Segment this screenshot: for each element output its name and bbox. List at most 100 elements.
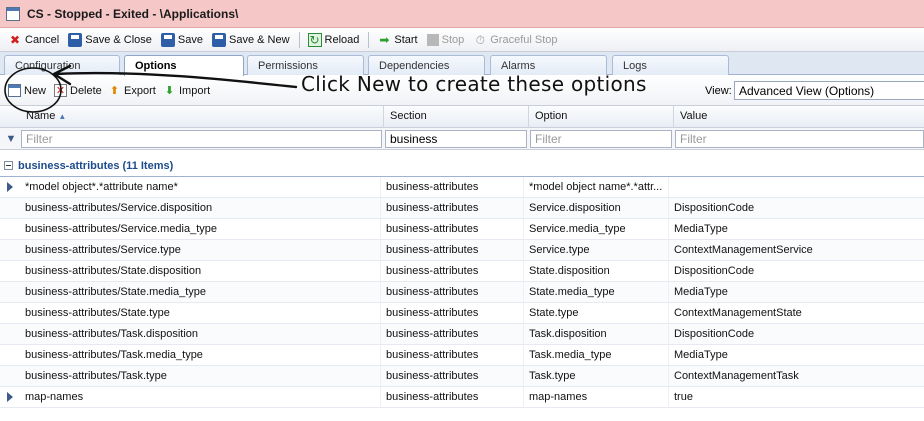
table-row[interactable]: business-attributes/Service.disposition b… — [0, 198, 924, 219]
column-header-name[interactable]: Name ▲ — [20, 106, 384, 128]
table-row[interactable]: business-attributes/Task.disposition busi… — [0, 324, 924, 345]
value-filter-input[interactable] — [675, 130, 924, 148]
row-indicator-icon — [7, 182, 13, 192]
graceful-stop-label: Graceful Stop — [490, 33, 558, 46]
cell-value — [669, 177, 924, 198]
save-and-new-button[interactable]: Save & New — [208, 30, 294, 50]
annotation-text: Click New to create these options — [301, 72, 647, 96]
main-toolbar: ✖ Cancel Save & Close Save Save & New ↻ … — [0, 28, 924, 52]
row-indicator-icon — [7, 392, 13, 402]
cell-section: business-attributes — [381, 219, 524, 240]
table-row[interactable]: business-attributes/Service.type business… — [0, 240, 924, 261]
graceful-stop-icon: ⏱ — [475, 32, 485, 47]
cell-section: business-attributes — [381, 303, 524, 324]
cell-value: MediaType — [674, 223, 728, 235]
table-row[interactable]: business-attributes/State.disposition bus… — [0, 261, 924, 282]
stop-label: Stop — [441, 33, 465, 46]
sort-ascending-icon: ▲ — [58, 112, 67, 121]
cell-option: State.media_type — [524, 282, 669, 303]
export-icon: ⬆ — [109, 85, 120, 97]
cancel-button[interactable]: ✖ Cancel — [4, 30, 63, 50]
column-header-name-label: Name — [26, 110, 56, 122]
save-label: Save — [177, 33, 203, 46]
toolbar-divider — [368, 31, 370, 48]
collapse-minus-icon[interactable] — [4, 161, 13, 170]
table-row[interactable]: business-attributes/State.media_type busi… — [0, 282, 924, 303]
table-row[interactable]: *model object*.*attribute name* business-… — [0, 177, 924, 198]
new-button[interactable]: New — [8, 84, 46, 97]
delete-button[interactable]: ✕ Delete — [54, 84, 102, 97]
toolbar-divider — [298, 31, 300, 48]
cell-name: business-attributes/Service.media_type — [20, 219, 381, 240]
table-row[interactable]: business-attributes/Service.media_type bu… — [0, 219, 924, 240]
cell-value: DispositionCode — [674, 202, 755, 214]
cell-option: Task.media_type — [524, 345, 669, 366]
cell-name: map-names — [20, 387, 381, 408]
cell-name: *model object*.*attribute name* — [20, 177, 381, 198]
cell-name: business-attributes/Task.disposition — [20, 324, 381, 345]
import-button[interactable]: ⬇ Import — [163, 84, 210, 98]
new-icon — [8, 84, 21, 97]
cell-name: business-attributes/Task.media_type — [20, 345, 381, 366]
cell-section: business-attributes — [381, 261, 524, 282]
save-button[interactable]: Save — [157, 30, 207, 50]
cancel-label: Cancel — [25, 33, 60, 46]
cell-name: business-attributes/Service.type — [20, 240, 381, 261]
cell-value: true — [674, 391, 693, 403]
column-header-option[interactable]: Option — [529, 106, 674, 128]
cell-section: business-attributes — [381, 282, 524, 303]
option-filter-input[interactable] — [530, 130, 672, 148]
save-and-close-label: Save & Close — [85, 33, 152, 46]
cancel-icon: ✖ — [9, 32, 21, 47]
cell-option: State.type — [524, 303, 669, 324]
cell-section: business-attributes — [381, 387, 524, 408]
grid-header: Name ▲ Section Option Value — [0, 106, 924, 128]
save-and-new-label: Save & New — [228, 33, 290, 46]
cell-section: business-attributes — [381, 240, 524, 261]
cell-value: ContextManagementTask — [674, 370, 799, 382]
reload-label: Reload — [324, 33, 360, 46]
table-row[interactable]: business-attributes/Task.media_type busin… — [0, 345, 924, 366]
cell-section: business-attributes — [381, 198, 524, 219]
new-label: New — [24, 84, 47, 97]
save-icon — [160, 32, 175, 47]
table-row[interactable]: business-attributes/State.type business-a… — [0, 303, 924, 324]
tab-options[interactable]: Options — [124, 55, 244, 76]
view-select[interactable]: Advanced View (Options) — [734, 81, 924, 100]
start-button[interactable]: ➡ Start — [373, 30, 421, 50]
export-button[interactable]: ⬆ Export — [108, 84, 156, 98]
save-and-close-button[interactable]: Save & Close — [64, 30, 156, 50]
section-filter-input[interactable] — [385, 130, 527, 148]
cell-value: MediaType — [674, 286, 728, 298]
cell-option: Service.disposition — [524, 198, 669, 219]
table-row[interactable]: map-names business-attributes map-names tru… — [0, 387, 924, 408]
cell-name: business-attributes/Task.type — [20, 366, 381, 387]
cell-section: business-attributes — [381, 345, 524, 366]
cell-option: *model object name*.*attr... — [524, 177, 669, 198]
cell-option: map-names — [524, 387, 669, 408]
filter-row: ▼ — [0, 128, 924, 150]
name-filter-input[interactable] — [21, 130, 382, 148]
cell-value: DispositionCode — [674, 265, 755, 277]
options-grid-body: *model object*.*attribute name* business-… — [0, 177, 924, 408]
filter-funnel-icon[interactable]: ▼ — [5, 133, 17, 145]
cell-option: Task.type — [524, 366, 669, 387]
stop-button[interactable]: Stop — [423, 30, 469, 50]
group-title: business-attributes (11 Items) — [18, 159, 174, 172]
group-header-row[interactable]: business-attributes (11 Items) — [0, 155, 924, 177]
cell-section: business-attributes — [381, 366, 524, 387]
cell-name: business-attributes/State.media_type — [20, 282, 381, 303]
save-icon — [68, 32, 83, 47]
cell-name: business-attributes/Service.disposition — [20, 198, 381, 219]
cell-option: State.disposition — [524, 261, 669, 282]
reload-button[interactable]: ↻ Reload — [304, 30, 364, 50]
cell-value: ContextManagementState — [674, 307, 802, 319]
cell-option: Task.disposition — [524, 324, 669, 345]
cell-section: business-attributes — [381, 324, 524, 345]
graceful-stop-button[interactable]: ⏱ Graceful Stop — [469, 30, 561, 50]
table-row[interactable]: business-attributes/Task.type business-at… — [0, 366, 924, 387]
column-header-value[interactable]: Value — [674, 106, 924, 128]
column-header-section[interactable]: Section — [384, 106, 529, 128]
cell-option: Service.media_type — [524, 219, 669, 240]
tab-configuration[interactable]: Configuration — [4, 55, 120, 75]
